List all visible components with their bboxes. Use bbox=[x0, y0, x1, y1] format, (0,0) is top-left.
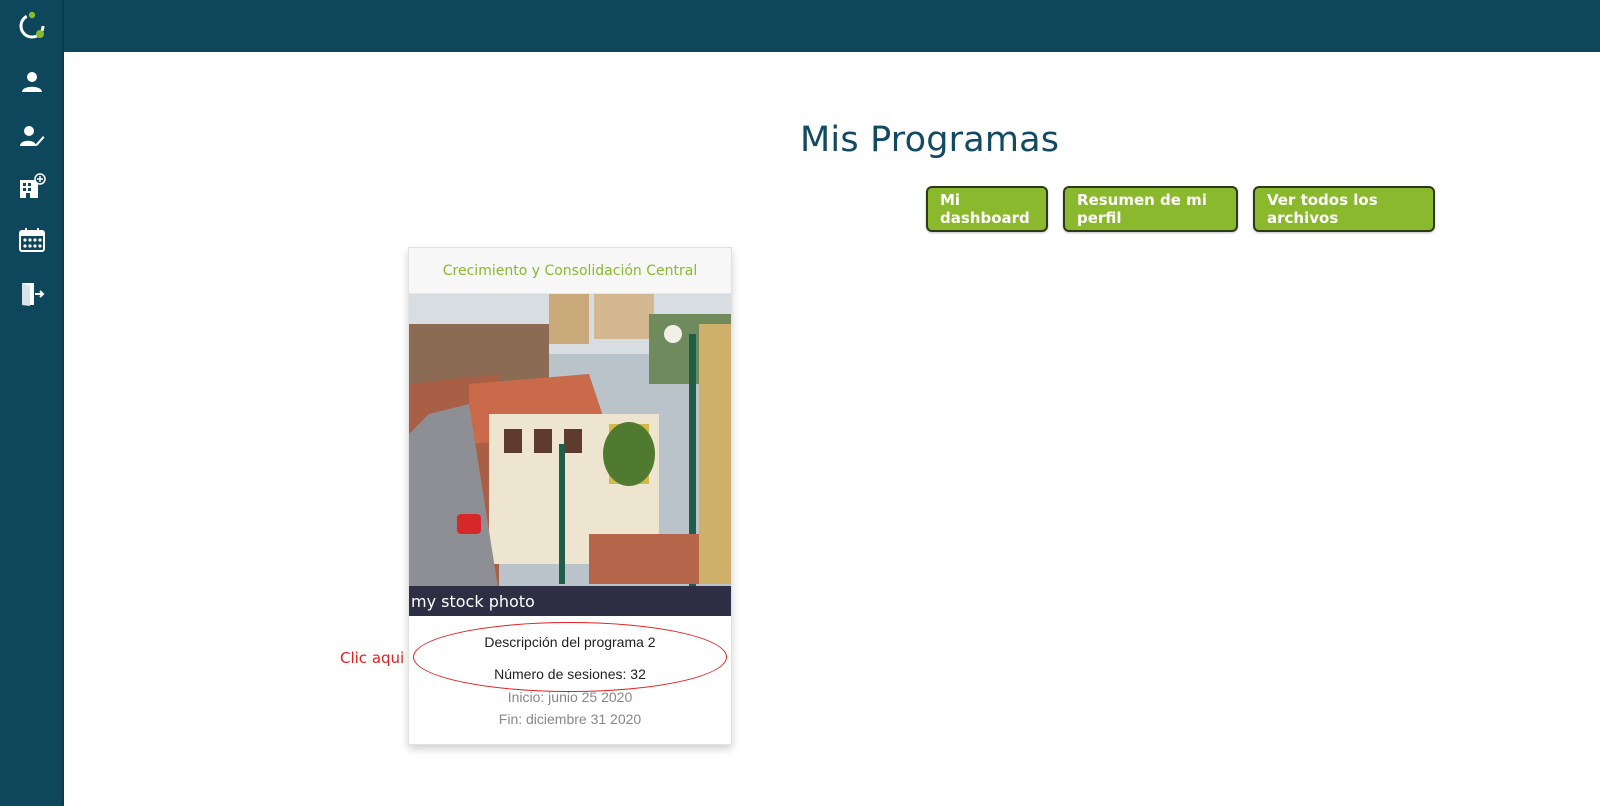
program-end-date: Fin: diciembre 31 2020 bbox=[498, 711, 642, 727]
calendar-icon[interactable] bbox=[18, 226, 46, 254]
program-start-date: Inicio: junio 25 2020 bbox=[507, 689, 633, 705]
program-description[interactable]: Descripción del programa 2 bbox=[409, 634, 731, 650]
user-icon[interactable] bbox=[18, 68, 46, 96]
logout-icon[interactable] bbox=[18, 280, 46, 308]
program-card-title[interactable]: Crecimiento y Consolidación Central bbox=[409, 248, 731, 294]
sidebar bbox=[0, 0, 64, 806]
program-card[interactable]: Crecimiento y Consolidación Central my s… bbox=[408, 247, 732, 745]
top-bar bbox=[0, 0, 1600, 52]
profile-summary-button[interactable]: Resumen de mi perfil bbox=[1063, 186, 1238, 232]
annotation-label: Clic aqui bbox=[340, 649, 405, 667]
app-logo-icon[interactable] bbox=[17, 11, 47, 41]
my-dashboard-button[interactable]: Mi dashboard bbox=[926, 186, 1048, 232]
view-all-files-button[interactable]: Ver todos los archivos bbox=[1253, 186, 1435, 232]
street-photo bbox=[409, 294, 731, 616]
program-sessions[interactable]: Número de sesiones: 32 bbox=[409, 666, 731, 682]
image-caption: my stock photo bbox=[409, 586, 731, 616]
page-title: Mis Programas bbox=[800, 120, 1060, 160]
building-add-icon[interactable] bbox=[18, 172, 46, 200]
user-edit-icon[interactable] bbox=[18, 122, 46, 150]
program-image[interactable]: my stock photo bbox=[409, 294, 731, 616]
